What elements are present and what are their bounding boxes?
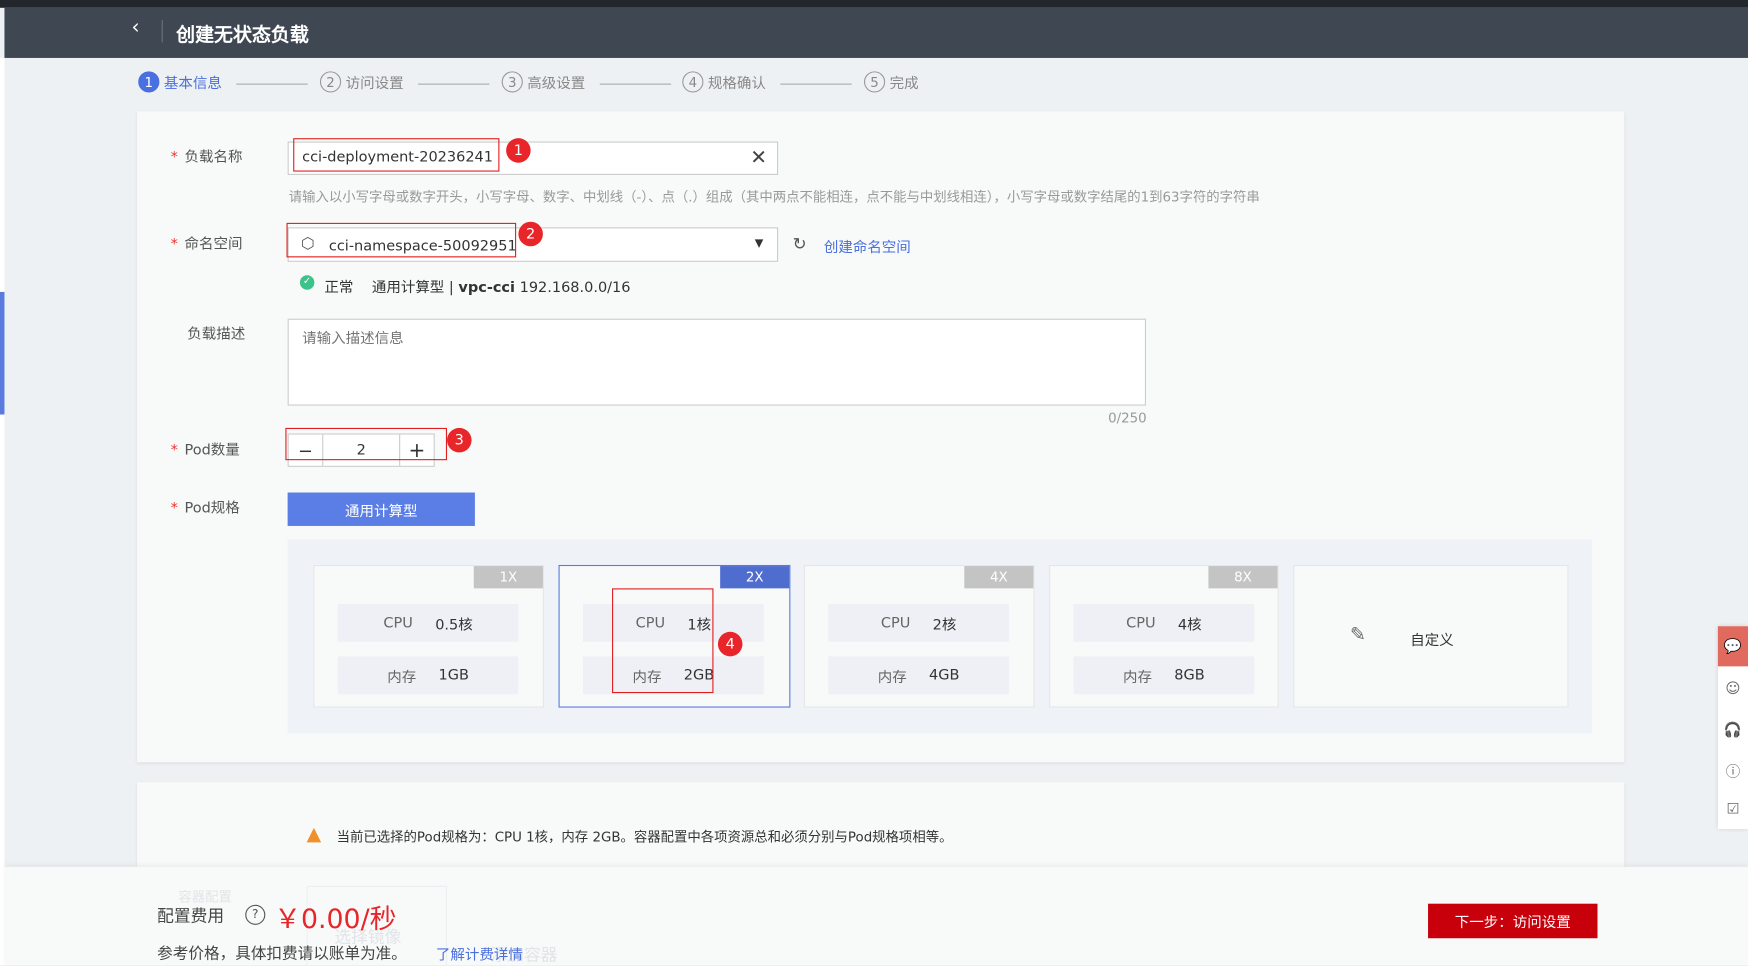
step-access: 2 访问设置 bbox=[319, 71, 404, 93]
spec-tag: 4X bbox=[964, 566, 1034, 589]
spec-card-8x[interactable]: 8X CPU 4核 内存 8GB bbox=[1049, 564, 1279, 708]
price: ￥0.00/秒 bbox=[274, 903, 397, 935]
step-connector bbox=[780, 83, 852, 85]
annotation-box bbox=[612, 588, 714, 694]
annotation-badge: 3 bbox=[447, 427, 472, 453]
refresh-icon[interactable]: ↻ bbox=[793, 234, 807, 254]
name-label: * 负载名称 bbox=[170, 149, 243, 167]
smile-icon[interactable]: ☺ bbox=[1718, 669, 1748, 709]
pencil-icon: ✎ bbox=[1350, 624, 1366, 647]
spec-card-custom[interactable]: ✎ 自定义 bbox=[1293, 564, 1569, 708]
step-label: 完成 bbox=[889, 75, 919, 93]
chevron-left-icon[interactable]: ‹ bbox=[132, 16, 140, 39]
step-connector bbox=[599, 83, 672, 85]
left-edge bbox=[0, 57, 5, 965]
step-connector bbox=[236, 83, 308, 85]
tab-general-compute[interactable]: 通用计算型 bbox=[287, 492, 475, 526]
step-advanced: 3 高级设置 bbox=[501, 71, 586, 93]
pod-count-label: * Pod数量 bbox=[170, 442, 240, 460]
warning-text: 当前已选择的Pod规格为：CPU 1核，内存 2GB。容器配置中各项资源总和必须… bbox=[336, 829, 953, 845]
description-textarea[interactable] bbox=[287, 318, 1147, 406]
step-label: 基本信息 bbox=[163, 75, 222, 93]
divider bbox=[161, 20, 163, 43]
cpu-row: CPU 4核 bbox=[1073, 603, 1255, 642]
clear-icon[interactable]: ✕ bbox=[750, 146, 767, 169]
name-hint: 请输入以小写字母或数字开头，小写字母、数字、中划线（-）、点（.）组成（其中两点… bbox=[288, 189, 1260, 206]
memory-row: 内存 8GB bbox=[1073, 656, 1255, 695]
pod-spec-label: * Pod规格 bbox=[170, 500, 240, 518]
check-circle-icon: ✓ bbox=[299, 275, 315, 290]
step-number: 2 bbox=[319, 71, 342, 93]
memory-row: 内存 1GB bbox=[337, 656, 519, 695]
annotation-badge: 2 bbox=[518, 221, 543, 247]
next-step-button[interactable]: 下一步：访问设置 bbox=[1428, 903, 1598, 939]
side-toolbar: 💬 ☺ 🎧 ⓘ ☑ bbox=[1717, 626, 1748, 830]
help-circle-icon[interactable]: ? bbox=[245, 904, 266, 925]
step-label: 访问设置 bbox=[345, 75, 404, 93]
spec-tag: 8X bbox=[1208, 566, 1278, 589]
step-number: 4 bbox=[682, 71, 704, 93]
step-label: 规格确认 bbox=[707, 75, 766, 93]
step-confirm: 4 规格确认 bbox=[682, 71, 766, 93]
namespace-label: * 命名空间 bbox=[170, 236, 243, 253]
spec-card-4x[interactable]: 4X CPU 2核 内存 4GB bbox=[803, 564, 1035, 708]
description-counter: 0/250 bbox=[1108, 410, 1147, 426]
cpu-row: CPU 0.5核 bbox=[337, 603, 519, 642]
spec-tag: 2X bbox=[720, 566, 790, 589]
billing-details-link[interactable]: 了解计费详情 bbox=[436, 943, 523, 964]
namespace-status: 正常 通用计算型 | vpc-cci 192.168.0.0/16 bbox=[324, 279, 631, 297]
step-basic-info: 1 基本信息 bbox=[138, 71, 222, 93]
annotation-box bbox=[286, 222, 517, 258]
custom-label: 自定义 bbox=[1410, 632, 1454, 650]
left-accent bbox=[0, 291, 5, 415]
annotation-box bbox=[293, 138, 500, 172]
annotation-badge: 4 bbox=[717, 631, 743, 657]
step-number: 5 bbox=[863, 71, 886, 93]
step-label: 高级设置 bbox=[527, 75, 586, 93]
page-title: 创建无状态负载 bbox=[176, 24, 309, 47]
top-bar bbox=[0, 0, 1748, 8]
help-icon[interactable]: ⓘ bbox=[1718, 750, 1748, 790]
step-connector bbox=[418, 83, 490, 85]
step-number: 1 bbox=[138, 71, 160, 93]
fee-label: 配置费用 bbox=[157, 905, 225, 926]
description-label: 负载描述 bbox=[187, 326, 246, 344]
price-note: 参考价格，具体扣费请以账单为准。 bbox=[157, 944, 407, 963]
annotation-badge: 1 bbox=[506, 138, 531, 163]
chevron-down-icon[interactable]: ▼ bbox=[755, 237, 764, 249]
cpu-row: CPU 2核 bbox=[828, 603, 1009, 642]
chat-icon[interactable]: 💬 bbox=[1717, 626, 1748, 667]
headset-icon[interactable]: 🎧 bbox=[1718, 710, 1748, 750]
feedback-icon[interactable]: ☑ bbox=[1718, 789, 1748, 829]
spec-card-1x[interactable]: 1X CPU 0.5核 内存 1GB bbox=[313, 564, 545, 708]
memory-row: 内存 4GB bbox=[828, 656, 1009, 695]
step-done: 5 完成 bbox=[863, 71, 919, 93]
create-namespace-link[interactable]: 创建命名空间 bbox=[824, 235, 911, 257]
annotation-box bbox=[285, 427, 448, 461]
spec-tag: 1X bbox=[473, 566, 543, 589]
step-number: 3 bbox=[501, 71, 523, 93]
warning-icon: ▲ bbox=[306, 823, 322, 846]
